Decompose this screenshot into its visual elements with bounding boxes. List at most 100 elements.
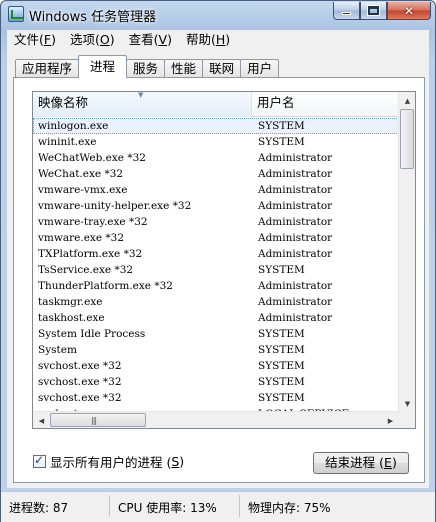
table-row[interactable]: vmware-vmx.exe Administrator bbox=[33, 182, 399, 198]
menu-options[interactable]: 选项(O) bbox=[63, 30, 122, 50]
process-image-name: winlogon.exe bbox=[38, 120, 109, 132]
menu-help-tail: ) bbox=[225, 32, 231, 47]
column-header-image-name[interactable]: ▼ 映像名称 bbox=[33, 92, 252, 117]
menu-view[interactable]: 查看(V) bbox=[122, 30, 179, 50]
scroll-left-icon[interactable]: ◀ bbox=[33, 412, 50, 428]
process-user-name: Administrator bbox=[258, 248, 333, 260]
process-image-name: System Idle Process bbox=[38, 328, 146, 340]
menu-options-tail: ) bbox=[109, 32, 115, 47]
tab-services[interactable]: 服务 bbox=[126, 59, 166, 78]
column-image-name-label: 映像名称 bbox=[38, 95, 89, 110]
end-process-tail: ) bbox=[391, 455, 397, 470]
process-list[interactable]: ▼ 映像名称 用户名 winlogon.exe SYSTEM wininit.exe… bbox=[32, 91, 416, 429]
client-area: 应用程序 进程 服务 性能 联网 用户 ▼ 映像名称 用户名 winlogon.… bbox=[7, 50, 429, 488]
table-row[interactable]: System SYSTEM bbox=[33, 342, 399, 358]
process-image-name: svchost.exe *32 bbox=[38, 360, 122, 372]
title-bar[interactable]: Windows 任务管理器 ✕ bbox=[1, 1, 435, 27]
process-user-name: SYSTEM bbox=[258, 328, 305, 340]
table-row[interactable]: ThunderPlatform.exe *32 Administrator bbox=[33, 278, 399, 294]
table-row[interactable]: WeChatWeb.exe *32 Administrator bbox=[33, 150, 399, 166]
process-user-name: Administrator bbox=[258, 152, 333, 164]
maximize-button[interactable] bbox=[360, 2, 387, 20]
tab-strip: 应用程序 进程 服务 性能 联网 用户 bbox=[15, 55, 280, 78]
table-row[interactable]: TXPlatform.exe *32 Administrator bbox=[33, 246, 399, 262]
menu-options-accel: O bbox=[99, 32, 110, 47]
process-image-name: WeChatWeb.exe *32 bbox=[38, 152, 146, 164]
table-row[interactable]: winlogon.exe SYSTEM bbox=[33, 118, 399, 134]
end-process-accel: E bbox=[384, 455, 392, 470]
show-all-users-tail: ) bbox=[179, 454, 185, 469]
process-user-name: Administrator bbox=[258, 312, 333, 324]
show-all-users-checkbox[interactable] bbox=[33, 453, 46, 468]
horizontal-scroll-thumb[interactable]: ||| bbox=[50, 413, 146, 427]
window-title: Windows 任务管理器 bbox=[29, 10, 157, 25]
menu-file-tail: ) bbox=[51, 32, 56, 47]
process-image-name: svchost.exe *32 bbox=[38, 392, 122, 404]
menu-file[interactable]: 文件(F) bbox=[7, 30, 63, 50]
menu-bar: 文件(F) 选项(O) 查看(V) 帮助(H) bbox=[7, 30, 429, 50]
table-row[interactable]: taskhost.exe Administrator bbox=[33, 310, 399, 326]
menu-help[interactable]: 帮助(H) bbox=[179, 30, 237, 50]
process-image-name: vmware.exe *32 bbox=[38, 232, 125, 244]
table-row[interactable]: taskmgr.exe Administrator bbox=[33, 294, 399, 310]
process-image-name: System bbox=[38, 344, 77, 356]
table-row[interactable]: vmware-tray.exe *32 Administrator bbox=[33, 214, 399, 230]
table-row[interactable]: vmware.exe *32 Administrator bbox=[33, 230, 399, 246]
status-cpu-usage: CPU 使用率: 13% bbox=[118, 501, 217, 515]
end-process-label: 结束进程 ( bbox=[325, 455, 385, 470]
tab-processes[interactable]: 进程 bbox=[78, 55, 128, 78]
process-user-name: SYSTEM bbox=[258, 344, 305, 356]
vertical-scrollbar[interactable]: ▲ ▼ bbox=[398, 92, 415, 412]
minimize-button[interactable] bbox=[333, 2, 360, 20]
menu-file-accel: F bbox=[43, 32, 52, 47]
status-divider bbox=[109, 495, 110, 517]
menu-options-label: 选项( bbox=[69, 32, 100, 47]
table-row[interactable]: WeChat.exe *32 Administrator bbox=[33, 166, 399, 182]
list-header: ▼ 映像名称 用户名 bbox=[33, 92, 399, 117]
tab-users[interactable]: 用户 bbox=[240, 59, 280, 78]
vertical-scroll-thumb[interactable] bbox=[400, 109, 414, 169]
close-button[interactable]: ✕ bbox=[387, 2, 431, 20]
process-user-name: SYSTEM bbox=[258, 360, 305, 372]
menu-view-tail: ) bbox=[167, 32, 172, 47]
status-bar: 进程数: 87 CPU 使用率: 13% 物理内存: 75% bbox=[1, 491, 435, 522]
process-image-name: ThunderPlatform.exe *32 bbox=[38, 280, 173, 292]
scroll-down-icon[interactable]: ▼ bbox=[399, 395, 415, 412]
table-row[interactable]: TsService.exe *32 SYSTEM bbox=[33, 262, 399, 278]
process-user-name: SYSTEM bbox=[258, 392, 305, 404]
process-image-name: taskhost.exe bbox=[38, 312, 105, 324]
process-rows: winlogon.exe SYSTEM wininit.exe SYSTEM WeCha… bbox=[33, 118, 399, 428]
table-row[interactable]: svchost.exe *32 SYSTEM bbox=[33, 390, 399, 406]
menu-view-accel: V bbox=[158, 32, 168, 47]
table-row[interactable]: wininit.exe SYSTEM bbox=[33, 134, 399, 150]
menu-help-label: 帮助( bbox=[185, 32, 216, 47]
process-image-name: WeChat.exe *32 bbox=[38, 168, 124, 180]
scroll-up-icon[interactable]: ▲ bbox=[399, 92, 415, 109]
menu-help-accel: H bbox=[215, 32, 226, 47]
minimize-icon bbox=[342, 12, 351, 15]
process-image-name: vmware-tray.exe *32 bbox=[38, 216, 148, 228]
maximize-icon bbox=[367, 5, 380, 16]
table-row[interactable]: System Idle Process SYSTEM bbox=[33, 326, 399, 342]
process-user-name: Administrator bbox=[258, 232, 333, 244]
process-image-name: taskmgr.exe bbox=[38, 296, 103, 308]
table-row[interactable]: svchost.exe *32 SYSTEM bbox=[33, 358, 399, 374]
scroll-right-icon[interactable]: ▶ bbox=[382, 412, 399, 428]
process-user-name: Administrator bbox=[258, 200, 333, 212]
process-user-name: Administrator bbox=[258, 168, 333, 180]
process-user-name: SYSTEM bbox=[258, 120, 305, 132]
process-user-name: SYSTEM bbox=[258, 136, 305, 148]
tab-networking[interactable]: 联网 bbox=[202, 59, 242, 78]
end-process-button[interactable]: 结束进程 (E) bbox=[313, 452, 409, 474]
column-header-user-name[interactable]: 用户名 bbox=[252, 92, 399, 117]
show-all-users-option[interactable]: 显示所有用户的进程 (S) bbox=[33, 452, 184, 471]
tab-performance[interactable]: 性能 bbox=[164, 59, 204, 78]
table-row[interactable]: vmware-unity-helper.exe *32 Administrator bbox=[33, 198, 399, 214]
show-all-users-accel: S bbox=[171, 454, 180, 469]
process-user-name: Administrator bbox=[258, 296, 333, 308]
table-row[interactable]: svchost.exe *32 SYSTEM bbox=[33, 374, 399, 390]
close-icon: ✕ bbox=[403, 3, 415, 18]
tab-applications[interactable]: 应用程序 bbox=[15, 59, 80, 78]
horizontal-scrollbar[interactable]: ◀ ||| ▶ bbox=[33, 411, 399, 428]
menu-view-label: 查看( bbox=[128, 32, 159, 47]
